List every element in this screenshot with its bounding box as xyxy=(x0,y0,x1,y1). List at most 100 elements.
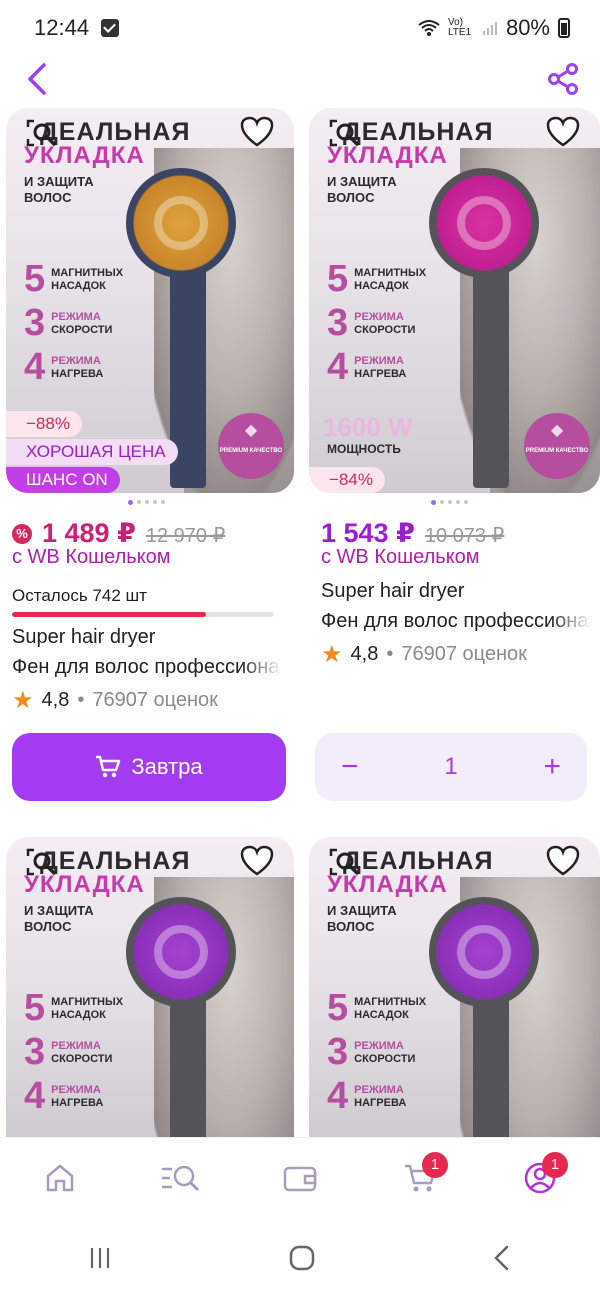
dryer-handle xyxy=(170,987,206,1137)
discount-badge: −88% xyxy=(6,411,82,437)
price: 1 489 ₽ xyxy=(42,518,136,548)
ad-feature-2: 3 РЕЖИМА СКОРОСТИ xyxy=(24,302,113,344)
good-price-badge: ХОРОШАЯ ЦЕНА xyxy=(6,439,178,465)
dryer-handle xyxy=(473,258,509,488)
zoom-search-icon[interactable] xyxy=(329,118,361,148)
ad-small-text: И ЗАЩИТА ВОЛОС xyxy=(24,174,94,205)
network-label: Vo) LTE1 xyxy=(447,17,472,38)
wallet-label: с WB Кошельком xyxy=(12,546,171,568)
zoom-search-icon[interactable] xyxy=(26,118,58,148)
zoom-search-icon[interactable] xyxy=(329,847,361,877)
product-image[interactable]: ДЕАЛЬНАЯ УКЛАДКА И ЗАЩИТА ВОЛОС 5 МАГНИТН… xyxy=(309,108,600,493)
favorite-heart-icon[interactable] xyxy=(546,116,580,148)
nav-cart[interactable]: 1 xyxy=(390,1148,450,1208)
signal-icon xyxy=(482,22,497,35)
ad-feature-1: 5 МАГНИТНЫХ НАСАДОК xyxy=(327,987,427,1029)
stock-left: Осталось 742 шт xyxy=(12,586,147,605)
system-navigation xyxy=(0,1217,600,1299)
stock-progress-bar xyxy=(12,612,274,617)
wallet-icon xyxy=(283,1166,317,1191)
dryer-head xyxy=(429,897,539,1007)
image-pager-dots xyxy=(431,500,468,505)
cart-icon xyxy=(96,755,121,778)
chance-badge: ШАНС ON xyxy=(6,467,120,493)
product-title[interactable]: Super hair dryer xyxy=(321,580,591,603)
product-card[interactable]: ДЕАЛЬНАЯ УКЛАДКА И ЗАЩИТА ВОЛОС 5 МАГНИТН… xyxy=(309,837,600,1137)
product-card[interactable]: ДЕАЛЬНАЯ УКЛАДКА И ЗАЩИТА ВОЛОС 5 МАГНИТН… xyxy=(6,108,294,808)
reviews-count: 76907 оценок xyxy=(401,643,527,665)
star-icon: ★ xyxy=(12,687,34,714)
product-card[interactable]: ДЕАЛЬНАЯ УКЛАДКА И ЗАЩИТА ВОЛОС 5 МАГНИТН… xyxy=(309,108,600,728)
dryer-head xyxy=(126,897,236,1007)
ad-feature-1: 5 МАГНИТНЫХ НАСАДОК xyxy=(24,258,124,300)
favorite-heart-icon[interactable] xyxy=(240,116,274,148)
zoom-search-icon[interactable] xyxy=(26,847,58,877)
cart-badge: 1 xyxy=(422,1151,448,1178)
product-image[interactable]: ДЕАЛЬНАЯ УКЛАДКА И ЗАЩИТА ВОЛОС 5 МАГНИТН… xyxy=(309,837,600,1137)
favorite-heart-icon[interactable] xyxy=(240,845,274,877)
home-icon xyxy=(46,1164,74,1191)
ad-feature-2: 3 РЕЖИМА СКОРОСТИ xyxy=(327,1031,416,1073)
recent-apps-icon[interactable] xyxy=(87,1245,113,1271)
favorite-heart-icon[interactable] xyxy=(546,845,580,877)
add-to-cart-button[interactable]: Завтра xyxy=(12,733,286,801)
product-subtitle[interactable]: Фен для волос профессиональный xyxy=(321,610,591,633)
profile-badge: 1 xyxy=(542,1151,568,1178)
ad-feature-2: 3 РЕЖИМА СКОРОСТИ xyxy=(24,1031,113,1073)
old-price: 10 073 ₽ xyxy=(424,525,505,547)
price-row: 1 543 ₽ 10 073 ₽ xyxy=(321,518,504,549)
ad-feature-1: 5 МАГНИТНЫХ НАСАДОК xyxy=(327,258,427,300)
dryer-handle xyxy=(473,987,509,1137)
quantity-value: 1 xyxy=(444,753,458,780)
wallet-label: с WB Кошельком xyxy=(321,546,480,568)
status-time: 12:44 xyxy=(34,15,90,40)
share-icon[interactable] xyxy=(546,62,580,96)
product-image[interactable]: ДЕАЛЬНАЯ УКЛАДКА И ЗАЩИТА ВОЛОС 5 МАГНИТН… xyxy=(6,837,294,1137)
product-title[interactable]: Super hair dryer xyxy=(12,626,282,649)
rating-value: 4,8 xyxy=(350,643,379,665)
wifi-icon xyxy=(418,20,440,36)
ad-small-text: И ЗАЩИТА ВОЛОС xyxy=(24,903,94,934)
star-icon: ★ xyxy=(321,641,343,668)
power-label: МОЩНОСТЬ xyxy=(327,442,401,456)
status-bar: 12:44 Vo) LTE1 80% xyxy=(0,0,600,56)
top-bar xyxy=(0,56,600,106)
rating: ★ 4,8 • 76907 оценок xyxy=(321,641,527,668)
ad-feature-3: 4 РЕЖИМА НАГРЕВА xyxy=(24,1075,104,1117)
price: 1 543 ₽ xyxy=(321,518,415,548)
quantity-stepper: − 1 + xyxy=(315,733,587,801)
rating-value: 4,8 xyxy=(41,689,70,711)
back-button-icon[interactable] xyxy=(491,1244,513,1272)
decrease-button[interactable]: − xyxy=(341,750,359,784)
old-price: 12 970 ₽ xyxy=(145,525,226,547)
power-text: 1600 W xyxy=(323,412,413,442)
nav-wallet[interactable] xyxy=(270,1148,330,1208)
ad-feature-2: 3 РЕЖИМА СКОРОСТИ xyxy=(327,302,416,344)
chevron-left-icon[interactable] xyxy=(22,62,52,96)
product-card[interactable]: ДЕАЛЬНАЯ УКЛАДКА И ЗАЩИТА ВОЛОС 5 МАГНИТН… xyxy=(6,837,294,1137)
ad-feature-3: 4 РЕЖИМА НАГРЕВА xyxy=(327,346,407,388)
price-row: % 1 489 ₽ 12 970 ₽ xyxy=(12,518,225,549)
cart-button-label: Завтра xyxy=(131,754,203,779)
nav-home[interactable] xyxy=(30,1148,90,1208)
discount-badge: −84% xyxy=(309,467,385,493)
battery-percent: 80% xyxy=(505,15,550,40)
home-button-icon[interactable] xyxy=(288,1244,316,1272)
premium-badge: PREMIUM КАЧЕСТВО xyxy=(524,413,590,479)
wallet-discount-icon: % xyxy=(12,523,32,544)
ad-small-text: И ЗАЩИТА ВОЛОС xyxy=(327,174,397,205)
premium-badge: PREMIUM КАЧЕСТВО xyxy=(218,413,284,479)
nav-catalog[interactable] xyxy=(150,1148,210,1208)
nav-profile[interactable]: 1 xyxy=(510,1148,570,1208)
bottom-navigation: 1 1 xyxy=(0,1137,600,1217)
battery-icon xyxy=(558,18,570,38)
increase-button[interactable]: + xyxy=(543,750,561,784)
rating: ★ 4,8 • 76907 оценок xyxy=(12,687,218,714)
product-subtitle[interactable]: Фен для волос профессиональный xyxy=(12,656,282,679)
ad-feature-3: 4 РЕЖИМА НАГРЕВА xyxy=(24,346,104,388)
ad-feature-1: 5 МАГНИТНЫХ НАСАДОК xyxy=(24,987,124,1029)
ad-small-text: И ЗАЩИТА ВОЛОС xyxy=(327,903,397,934)
ad-feature-3: 4 РЕЖИМА НАГРЕВА xyxy=(327,1075,407,1117)
product-image[interactable]: ДЕАЛЬНАЯ УКЛАДКА И ЗАЩИТА ВОЛОС 5 МАГНИТН… xyxy=(6,108,294,493)
reviews-count: 76907 оценок xyxy=(92,689,218,711)
